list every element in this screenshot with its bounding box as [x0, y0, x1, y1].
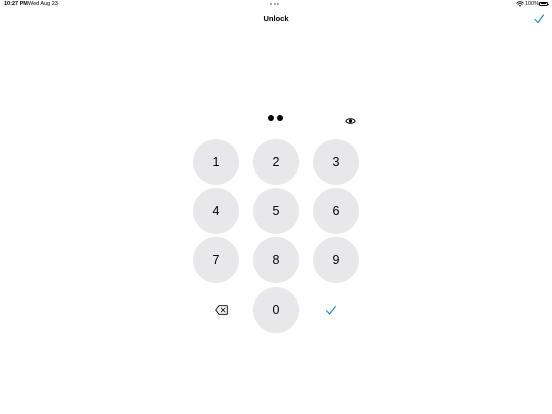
keypad-key-label: 1	[212, 155, 220, 169]
delete-button[interactable]	[198, 287, 244, 333]
keypad-key-1[interactable]: 1	[193, 139, 239, 185]
battery-percent: 100%	[525, 1, 540, 7]
keypad-key-label: 5	[272, 204, 280, 218]
wifi-icon	[516, 1, 524, 7]
confirm-button[interactable]	[308, 287, 354, 333]
status-time: 10:27 PM	[4, 1, 28, 7]
keypad-key-label: 4	[212, 204, 220, 218]
keypad-key-3[interactable]: 3	[313, 139, 359, 185]
multitasking-dots-icon[interactable]	[270, 3, 279, 5]
keypad-key-4[interactable]: 4	[193, 188, 239, 234]
eye-icon	[345, 118, 356, 124]
keypad-key-8[interactable]: 8	[253, 237, 299, 283]
keypad-key-label: 0	[272, 303, 280, 317]
battery-full-icon	[539, 1, 549, 6]
passcode-dot	[268, 115, 274, 121]
keypad-key-label: 6	[332, 204, 340, 218]
passcode-dots	[268, 115, 283, 121]
keypad-key-label: 2	[272, 155, 280, 169]
keypad-key-2[interactable]: 2	[253, 139, 299, 185]
checkmark-icon	[534, 14, 545, 24]
keypad-key-label: 8	[272, 253, 280, 267]
reveal-passcode-button[interactable]	[345, 113, 356, 124]
checkmark-icon	[325, 305, 337, 315]
status-date: Wed Aug 23	[28, 1, 58, 7]
keypad-key-label: 3	[332, 155, 340, 169]
keypad-key-9[interactable]: 9	[313, 237, 359, 283]
battery-level-fill	[540, 3, 547, 4]
keypad-key-label: 9	[332, 253, 340, 267]
keypad-key-6[interactable]: 6	[313, 188, 359, 234]
keypad-key-0[interactable]: 0	[253, 287, 299, 333]
passcode-dot	[277, 115, 283, 121]
keypad-key-5[interactable]: 5	[253, 188, 299, 234]
done-button[interactable]	[532, 12, 546, 24]
keypad-key-label: 7	[212, 253, 220, 267]
keypad-key-7[interactable]: 7	[193, 237, 239, 283]
unlock-screen: 10:27 PM Wed Aug 23 100% Unlock 1 2 3 4 …	[0, 0, 552, 414]
delete-backward-icon	[214, 305, 228, 315]
page-title: Unlock	[263, 14, 289, 23]
